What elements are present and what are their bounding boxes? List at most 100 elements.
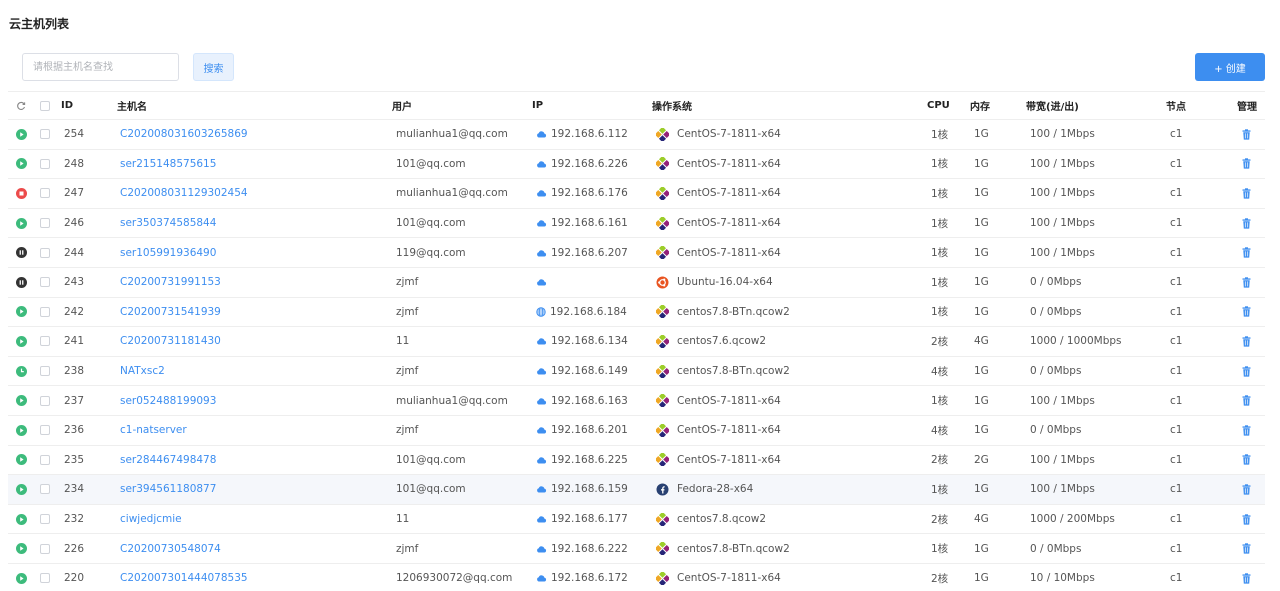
table-row: 241 C20200731181430 11 192.168.6.134 cen…	[8, 327, 1265, 357]
row-checkbox[interactable]	[39, 179, 51, 208]
server-memory: 1G	[974, 276, 989, 289]
server-name-link[interactable]: C20200731181430	[120, 327, 221, 356]
os-name: CentOS-7-1811-x64	[677, 246, 781, 259]
row-checkbox[interactable]	[39, 416, 51, 445]
server-cpu: 1核	[931, 217, 949, 230]
row-checkbox[interactable]	[39, 238, 51, 267]
row-checkbox[interactable]	[39, 298, 51, 327]
column-header-node: 节点	[1166, 102, 1186, 113]
server-os: CentOS-7-1811-x64	[656, 179, 781, 208]
server-ip: 192.168.6.177	[536, 505, 628, 534]
column-header-memory: 内存	[970, 102, 990, 113]
server-name-link[interactable]: C202007301444078535	[120, 564, 248, 591]
table-row: 243 C20200731991153 zjmf Ubuntu-16.04-x6…	[8, 268, 1265, 298]
delete-button[interactable]	[1240, 327, 1252, 356]
row-checkbox[interactable]	[39, 268, 51, 297]
server-user: 119@qq.com	[396, 246, 466, 259]
status-indicator	[14, 505, 28, 534]
cloud-icon	[536, 485, 547, 493]
server-os: centos7.8-BTn.qcow2	[656, 534, 790, 563]
delete-button[interactable]	[1240, 505, 1252, 534]
status-indicator	[14, 179, 28, 208]
row-checkbox[interactable]	[39, 505, 51, 534]
row-checkbox[interactable]	[39, 327, 51, 356]
delete-button[interactable]	[1240, 238, 1252, 267]
delete-button[interactable]	[1240, 534, 1252, 563]
refresh-icon[interactable]	[14, 92, 28, 119]
trash-icon	[1242, 573, 1251, 584]
delete-button[interactable]	[1240, 268, 1252, 297]
row-checkbox[interactable]	[39, 120, 51, 149]
row-checkbox[interactable]	[39, 357, 51, 386]
status-indicator	[14, 327, 28, 356]
search-input[interactable]	[22, 53, 179, 81]
delete-button[interactable]	[1240, 120, 1252, 149]
server-id: 247	[64, 187, 85, 200]
server-name-link[interactable]: ser215148575615	[120, 150, 216, 179]
delete-button[interactable]	[1240, 298, 1252, 327]
row-checkbox[interactable]	[39, 534, 51, 563]
server-cpu: 4核	[931, 424, 949, 437]
server-name-link[interactable]: ser350374585844	[120, 209, 216, 238]
server-name-link[interactable]: ciwjedjcmie	[120, 505, 182, 534]
delete-button[interactable]	[1240, 386, 1252, 415]
globe-icon	[536, 307, 546, 317]
trash-icon	[1242, 365, 1251, 377]
status-pending-icon	[15, 365, 27, 377]
ip-address: 192.168.6.207	[551, 246, 628, 259]
row-checkbox[interactable]	[39, 564, 51, 591]
delete-button[interactable]	[1240, 446, 1252, 475]
server-bandwidth: 100 / 1Mbps	[1030, 483, 1095, 496]
delete-button[interactable]	[1240, 209, 1252, 238]
row-checkbox[interactable]	[39, 150, 51, 179]
server-memory: 1G	[974, 542, 989, 555]
centos-logo-icon	[656, 157, 669, 171]
select-all-checkbox[interactable]	[39, 92, 51, 119]
create-button[interactable]: + 创建	[1195, 53, 1265, 81]
ip-address: 192.168.6.163	[551, 394, 628, 407]
server-name-link[interactable]: C202008031603265869	[120, 120, 248, 149]
status-running-icon	[15, 483, 27, 495]
server-name-link[interactable]: NATxsc2	[120, 357, 165, 386]
server-bandwidth: 1000 / 1000Mbps	[1030, 335, 1122, 348]
row-checkbox[interactable]	[39, 446, 51, 475]
server-name-link[interactable]: ser394561180877	[120, 475, 216, 504]
server-node: c1	[1170, 246, 1183, 259]
server-name-link[interactable]: C20200731541939	[120, 298, 221, 327]
row-checkbox[interactable]	[39, 209, 51, 238]
server-ip: 192.168.6.184	[536, 298, 627, 327]
server-name-link[interactable]: C20200731991153	[120, 268, 221, 297]
centos-logo-icon	[656, 423, 669, 437]
search-button[interactable]: 搜索	[193, 53, 234, 81]
server-user: zjmf	[396, 542, 419, 555]
row-checkbox[interactable]	[39, 475, 51, 504]
server-name-link[interactable]: ser284467498478	[120, 446, 216, 475]
delete-button[interactable]	[1240, 564, 1252, 591]
status-running-icon	[15, 454, 27, 466]
server-name-link[interactable]: C20200730548074	[120, 534, 221, 563]
server-name-link[interactable]: ser052488199093	[120, 386, 216, 415]
delete-button[interactable]	[1240, 179, 1252, 208]
server-memory: 1G	[974, 483, 989, 496]
delete-button[interactable]	[1240, 150, 1252, 179]
server-user: zjmf	[396, 424, 419, 437]
server-cpu: 2核	[931, 335, 949, 348]
server-os: CentOS-7-1811-x64	[656, 564, 781, 591]
server-id: 226	[64, 542, 85, 555]
os-name: CentOS-7-1811-x64	[677, 424, 781, 437]
server-ip: 192.168.6.172	[536, 564, 628, 591]
delete-button[interactable]	[1240, 357, 1252, 386]
status-indicator	[14, 475, 28, 504]
server-name-link[interactable]: C202008031129302454	[120, 179, 248, 208]
delete-button[interactable]	[1240, 416, 1252, 445]
server-name-link[interactable]: c1-natserver	[120, 416, 187, 445]
server-user: 1206930072@qq.com	[396, 572, 513, 585]
row-checkbox[interactable]	[39, 386, 51, 415]
server-memory: 1G	[974, 187, 989, 200]
delete-button[interactable]	[1240, 475, 1252, 504]
server-memory: 4G	[974, 513, 989, 526]
server-node: c1	[1170, 394, 1183, 407]
status-running-icon	[15, 395, 27, 407]
server-name-link[interactable]: ser105991936490	[120, 238, 216, 267]
server-id: 246	[64, 217, 85, 230]
